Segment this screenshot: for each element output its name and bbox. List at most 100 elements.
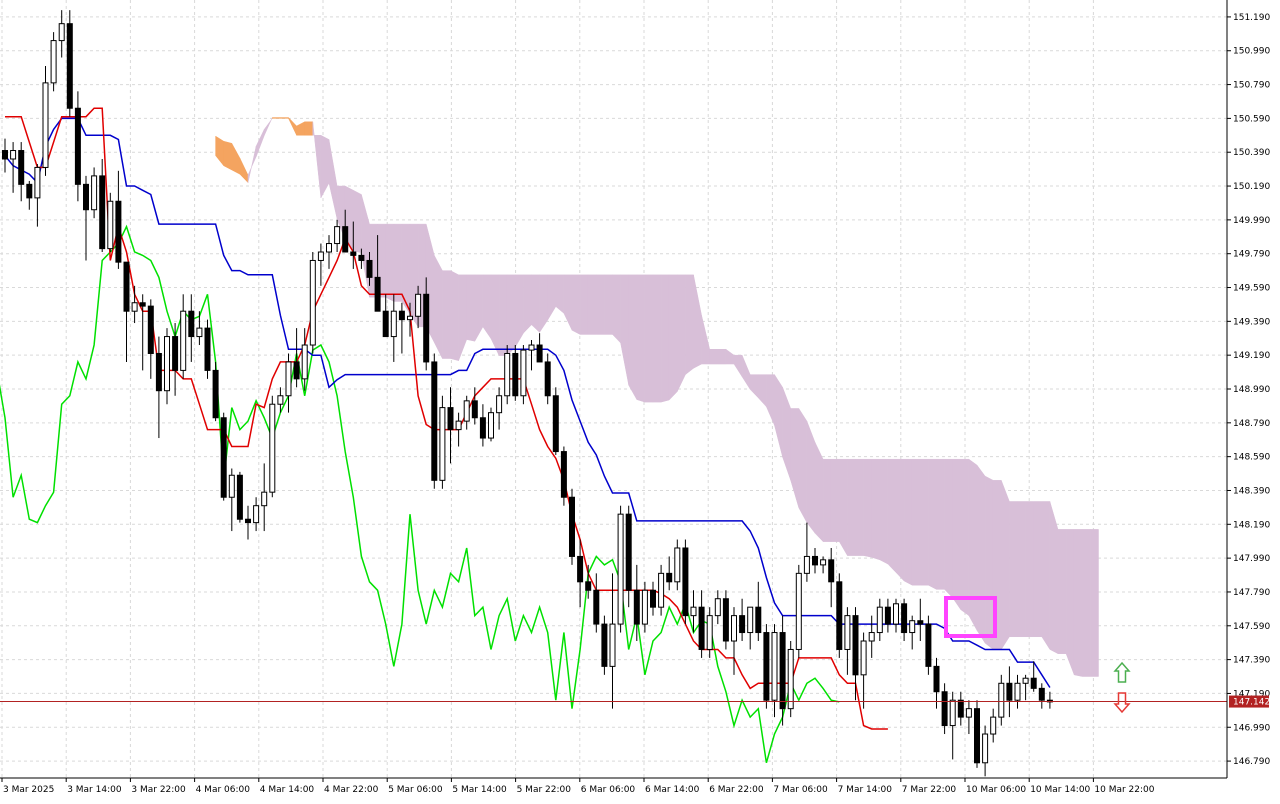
candle-body-bull: [844, 615, 851, 650]
cloud-segment: [660, 274, 670, 403]
candle-body-bear: [917, 620, 924, 625]
candle: [512, 345, 519, 401]
candle-body-bear: [828, 559, 835, 583]
candle: [504, 345, 511, 405]
candle-body-bear: [650, 589, 656, 608]
cloud-segment: [1065, 529, 1075, 675]
candle-body-bear: [601, 623, 608, 667]
y-tick-label: 149.190: [1233, 351, 1270, 361]
candle-body-bull: [439, 407, 446, 481]
candle-body-bull: [269, 403, 276, 493]
y-tick-label: 150.590: [1233, 114, 1270, 124]
cloud-segment: [498, 274, 508, 356]
candle-body-bull: [868, 632, 875, 642]
candle: [682, 539, 689, 625]
cloud-segment: [928, 458, 937, 590]
x-tick-label: 5 Mar 22:00: [517, 785, 572, 795]
candle: [107, 192, 114, 253]
x-tick-label: 7 Mar 14:00: [838, 785, 893, 795]
cloud-segment: [668, 274, 678, 401]
y-tick-label: 148.590: [1233, 453, 1270, 463]
candle-body-bear: [245, 518, 251, 524]
y-tick-label: 150.190: [1233, 182, 1270, 192]
candle-body-bear: [779, 632, 786, 710]
cloud-segment: [1009, 501, 1018, 638]
candle-body-bear: [479, 417, 486, 439]
x-tick-label: 6 Mar 22:00: [709, 785, 764, 795]
candle-body-bear: [2, 150, 8, 160]
candle-body-bull: [10, 150, 17, 160]
candle: [552, 387, 559, 455]
candle-body-bear: [577, 555, 584, 583]
cloud-segment: [887, 458, 897, 574]
cloud-segment: [911, 458, 921, 586]
candle-body-bull: [277, 395, 284, 405]
candle: [787, 641, 794, 718]
cloud-segment: [644, 274, 654, 403]
candle-body-bear: [512, 352, 519, 397]
candle-body-bull: [301, 344, 308, 380]
cloud-segment: [920, 458, 929, 586]
cloud-segment: [677, 274, 686, 392]
cloud-segment: [895, 458, 905, 582]
x-tick-label: 10 Mar 22:00: [1094, 785, 1154, 795]
x-tick-label: 10 Mar 14:00: [1030, 785, 1090, 795]
candle-body-bear: [423, 293, 430, 363]
candle-body-bull: [706, 615, 713, 650]
candle-body-bear: [123, 261, 130, 312]
x-tick-label: 6 Mar 06:00: [581, 785, 636, 795]
candle-body-bull: [42, 82, 49, 168]
cloud-segment: [830, 458, 840, 542]
cloud-segment: [976, 464, 986, 644]
cloud-segment: [984, 475, 994, 650]
candle-body-bull: [228, 474, 235, 498]
candle: [779, 615, 786, 726]
x-tick-label: 5 Mar 06:00: [388, 785, 443, 795]
cloud-segment: [1073, 529, 1083, 677]
candle-body-bull: [58, 23, 65, 42]
candle-body-bull: [196, 327, 203, 338]
cloud-segment: [1082, 529, 1091, 677]
x-tick-label: 4 Mar 14:00: [260, 785, 315, 795]
candle-body-bull: [520, 349, 527, 397]
candle-body-bear: [220, 417, 227, 498]
candle-body-bull: [893, 603, 899, 625]
candle-body-bear: [852, 615, 859, 676]
candle-body-bear: [682, 547, 689, 617]
candle-body-bear: [115, 200, 122, 263]
y-tick-label: 149.390: [1233, 317, 1270, 327]
candle-body-bear: [374, 276, 381, 312]
cloud-segment: [952, 458, 962, 611]
cloud-segment: [717, 349, 727, 365]
cloud-segment: [571, 274, 581, 335]
candle-body-bear: [901, 603, 908, 634]
cloud-segment: [1049, 501, 1059, 655]
candle-body-bear: [1006, 682, 1013, 701]
candle: [236, 471, 243, 523]
candle: [560, 446, 567, 506]
y-tick-label: 147.590: [1233, 622, 1270, 632]
candle-body-bear: [585, 581, 592, 591]
y-tick-label: 148.990: [1233, 385, 1270, 395]
cloud-segment: [1017, 501, 1026, 638]
candle-body-bear: [342, 226, 349, 253]
x-tick-label: 7 Mar 06:00: [773, 785, 828, 795]
candle-body-bear: [431, 361, 438, 481]
candle-body-bear: [155, 352, 162, 392]
candle-body-bear: [593, 589, 600, 625]
candle-body-bear: [812, 555, 818, 566]
current-price-tag: 147.142: [1229, 695, 1270, 708]
candle-body-bull: [317, 251, 324, 261]
cloud-segment: [863, 458, 872, 558]
y-tick-label: 147.790: [1233, 588, 1270, 598]
x-tick-label: 6 Mar 14:00: [645, 785, 700, 795]
candle-body-bear: [544, 361, 551, 397]
candle-body-bear: [18, 150, 25, 185]
candle-body-bear: [666, 572, 673, 583]
candle-body-bear: [204, 327, 211, 371]
candle: [601, 615, 608, 675]
candle-body-bull: [860, 640, 867, 676]
candle-body-bull: [674, 547, 681, 583]
candle-body-bear: [1038, 687, 1045, 701]
candle-body-bull: [795, 572, 802, 650]
